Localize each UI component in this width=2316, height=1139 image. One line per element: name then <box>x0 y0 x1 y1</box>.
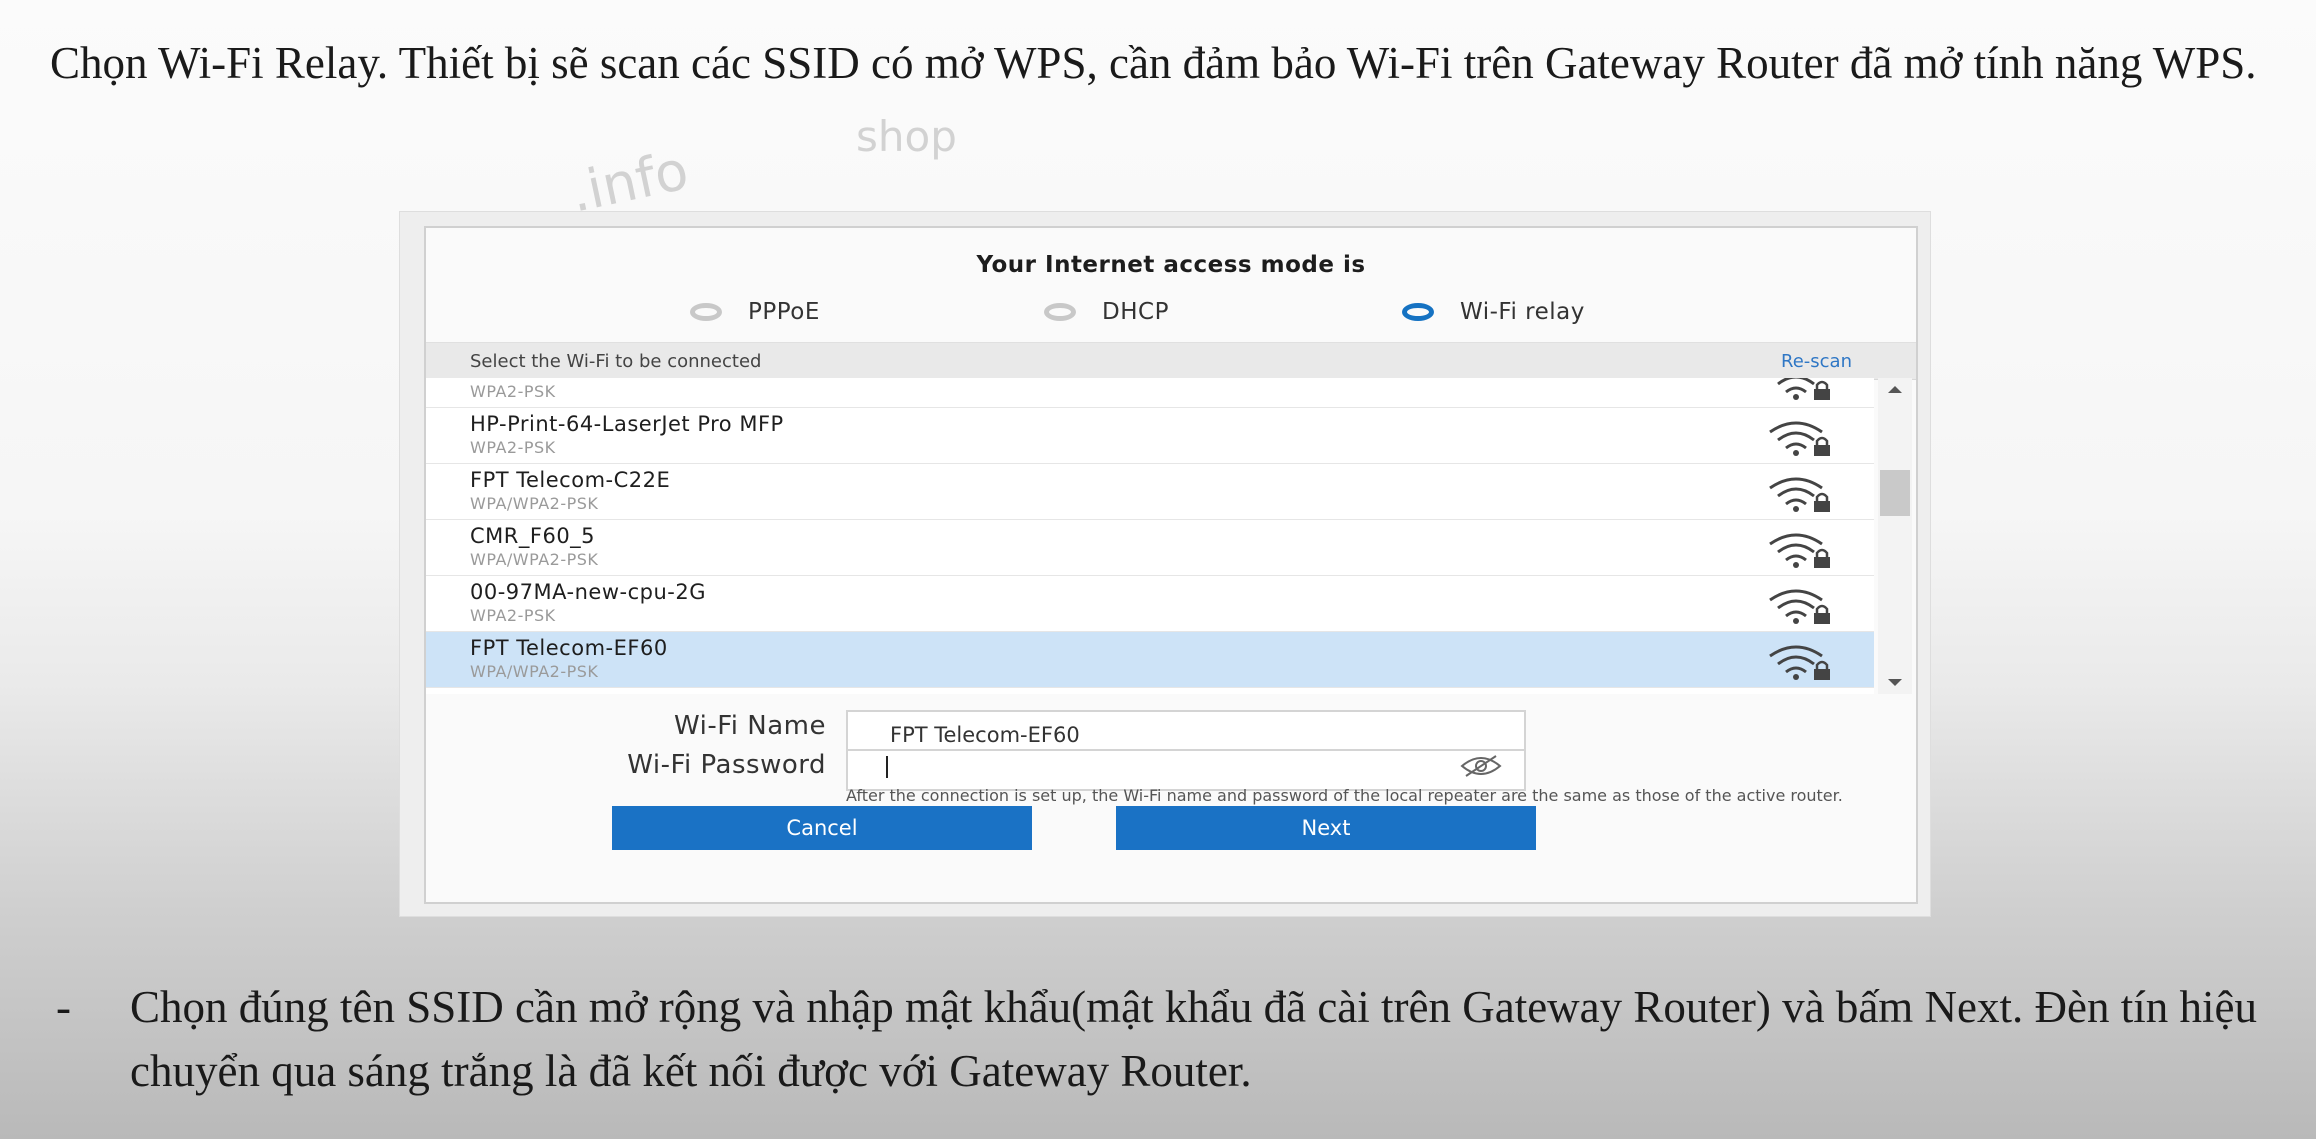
background-doodle-shop: shop <box>856 112 957 161</box>
wifi-signal-lock-icon <box>1777 378 1830 400</box>
wifi-signal-lock-icon <box>1769 589 1830 624</box>
wifi-name-input[interactable] <box>846 710 1526 752</box>
wifi-network-row[interactable]: HP-Print-64-LaserJet Pro MFP WPA2-PSK <box>426 408 1874 464</box>
mode-option-wifi-relay[interactable]: Wi-Fi relay <box>1402 299 1585 325</box>
bullet-text: Chọn đúng tên SSID cần mở rộng và nhập m… <box>130 982 2257 1096</box>
wifi-signal-lock-icon <box>1769 645 1830 680</box>
wifi-security-type: WPA2-PSK <box>470 606 556 625</box>
bullet-marker: - <box>56 982 71 1032</box>
wifi-signal-lock-icon <box>1769 533 1830 568</box>
wifi-network-row[interactable]: CMR_F60_5 WPA/WPA2-PSK <box>426 520 1874 576</box>
wifi-network-row[interactable]: WPA2-PSK <box>426 378 1874 408</box>
wifi-security-type: WPA/WPA2-PSK <box>470 550 599 569</box>
wifi-network-list[interactable]: WPA2-PSK HP-Print-64-LaserJet Pro MFP WPA2… <box>426 378 1874 694</box>
wifi-network-row[interactable]: FPT Telecom-C22E WPA/WPA2-PSK <box>426 464 1874 520</box>
wifi-network-row[interactable]: 00-97MA-new-cpu-2G WPA2-PSK <box>426 576 1874 632</box>
cancel-button[interactable]: Cancel <box>612 806 1032 850</box>
wifi-ssid: FPT Telecom-C22E <box>470 468 671 492</box>
wifi-ssid: HP-Print-64-LaserJet Pro MFP <box>470 412 784 436</box>
wifi-name-label: Wi-Fi Name <box>674 711 826 741</box>
wifi-ssid: FPT Telecom-EF60 <box>470 636 668 660</box>
scroll-down-arrow-icon[interactable] <box>1888 679 1902 686</box>
internet-access-dialog: Your Internet access mode is PPPoE DHCP … <box>424 226 1918 904</box>
radio-dhcp-icon <box>1044 303 1076 321</box>
mode-option-label: DHCP <box>1102 299 1169 325</box>
mode-option-label: Wi-Fi relay <box>1460 299 1585 325</box>
next-button[interactable]: Next <box>1116 806 1536 850</box>
wifi-list-header-label: Select the Wi-Fi to be connected <box>470 351 762 372</box>
wifi-network-row[interactable]: FPT Telecom-7CCDWPA2-PSK <box>426 688 1874 694</box>
dialog-title: Your Internet access mode is <box>976 252 1366 278</box>
wifi-password-input[interactable] <box>846 749 1526 791</box>
router-setup-screenshot: Your Internet access mode is PPPoE DHCP … <box>400 212 1930 916</box>
wifi-password-label: Wi-Fi Password <box>627 750 826 780</box>
show-password-eye-icon[interactable] <box>1458 752 1504 780</box>
mode-option-dhcp[interactable]: DHCP <box>1044 299 1169 325</box>
text-cursor <box>886 756 888 778</box>
wifi-security-type: WPA/WPA2-PSK <box>470 494 599 513</box>
wifi-network-row-selected[interactable]: FPT Telecom-EF60 WPA/WPA2-PSK <box>426 632 1874 688</box>
intro-paragraph: Chọn Wi-Fi Relay. Thiết bị sẽ scan các S… <box>50 38 2257 88</box>
wifi-signal-lock-icon <box>1769 477 1830 512</box>
radio-pppoe-icon <box>690 303 722 321</box>
mode-option-label: PPPoE <box>748 299 820 325</box>
wifi-list-scrollbar[interactable] <box>1878 378 1912 694</box>
wifi-security-type: WPA/WPA2-PSK <box>470 662 599 681</box>
wifi-security-type: WPA2-PSK <box>470 382 556 401</box>
wifi-list-header: Select the Wi-Fi to be connected Re-scan <box>426 342 1916 380</box>
scroll-up-arrow-icon[interactable] <box>1888 386 1902 393</box>
wifi-ssid: CMR_F60_5 <box>470 524 596 548</box>
rescan-link[interactable]: Re-scan <box>1781 351 1852 372</box>
wifi-ssid: FPT Telecom-7CCD <box>470 692 674 694</box>
wifi-ssid: 00-97MA-new-cpu-2G <box>470 580 707 604</box>
scrollbar-thumb[interactable] <box>1880 470 1910 516</box>
wifi-signal-lock-icon <box>1769 421 1830 456</box>
wifi-security-type: WPA2-PSK <box>470 438 556 457</box>
radio-wifi-relay-selected-icon <box>1402 303 1434 321</box>
mode-option-pppoe[interactable]: PPPoE <box>690 299 820 325</box>
